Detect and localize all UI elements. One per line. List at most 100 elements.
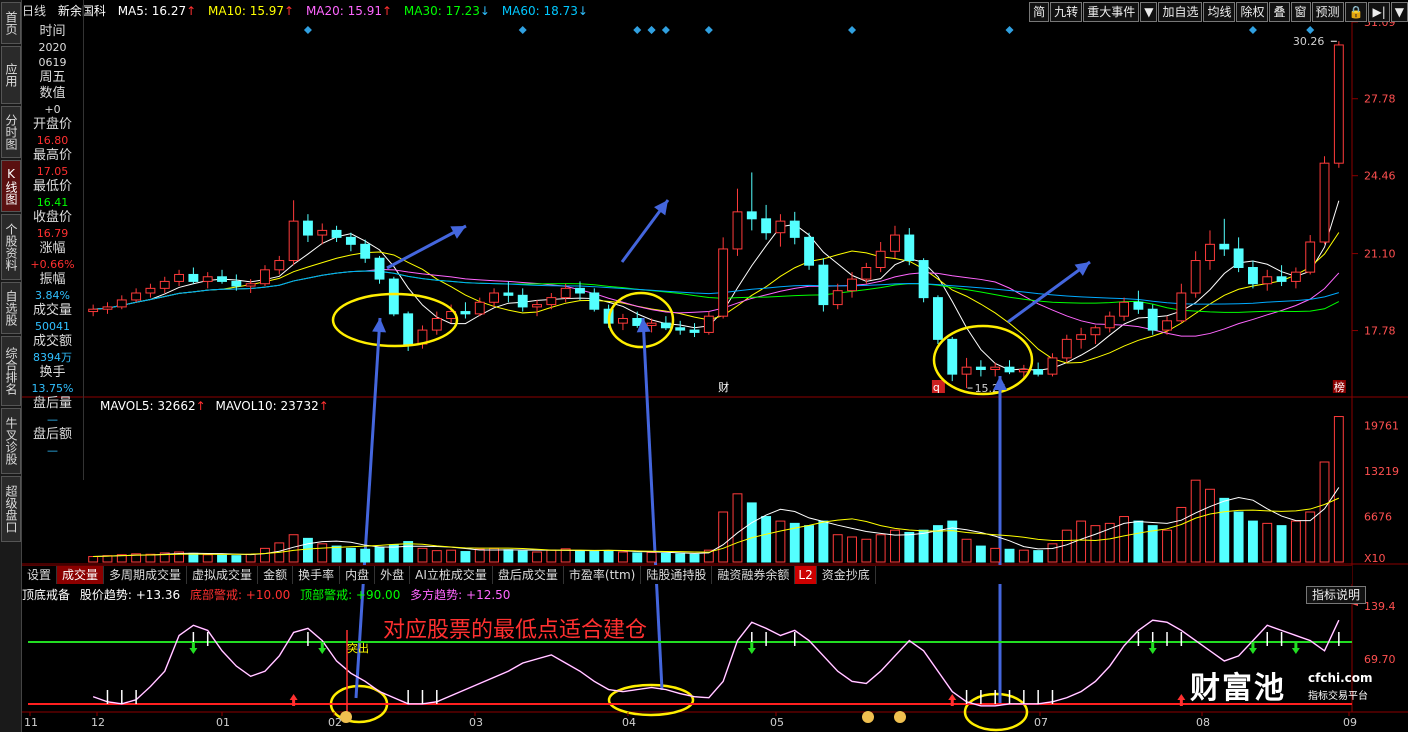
candle-body <box>1147 308 1158 331</box>
nav-item-0[interactable]: 首页 <box>1 2 21 44</box>
candle-body <box>975 366 986 370</box>
tab-8[interactable]: AI立桩成交量 <box>410 566 493 584</box>
x-axis-label: 12 <box>91 716 105 729</box>
candle-body <box>789 220 800 238</box>
toolbar-button-12[interactable]: ▼ <box>1390 2 1408 22</box>
x-axis-label: 11 <box>24 716 38 729</box>
sell-arrow <box>1291 642 1300 654</box>
toolbar-button-8[interactable]: 窗 <box>1290 2 1311 22</box>
toolbar-button-6[interactable]: 除权 <box>1236 2 1269 22</box>
volume-bar <box>1162 529 1172 563</box>
tab-4[interactable]: 金额 <box>258 566 294 584</box>
toolbar-button-7[interactable]: 叠 <box>1269 2 1290 22</box>
kline-chart[interactable]: 31.0927.7824.4621.1017.7830.2615.25财 q 榜19… <box>0 0 1408 732</box>
tab-11[interactable]: 陆股通持股 <box>641 566 713 584</box>
candle-body <box>231 280 242 287</box>
candle-body <box>88 308 99 313</box>
tab-13[interactable]: L2 <box>795 566 817 584</box>
tab-5[interactable]: 换手率 <box>293 566 341 584</box>
after-vol-label: 盘后量 <box>32 396 72 411</box>
candle-body <box>718 248 729 317</box>
tab-6[interactable]: 内盘 <box>340 566 376 584</box>
toolbar-button-11[interactable]: ▶| <box>1368 2 1390 22</box>
marker-bang: 榜 <box>1334 380 1345 394</box>
volume-bar <box>1176 506 1187 563</box>
toolbar-button-10[interactable]: 🔒 <box>1344 2 1368 22</box>
toolbar-button-4[interactable]: 加自选 <box>1158 2 1203 22</box>
candle-body <box>1190 260 1201 294</box>
candle-body <box>646 322 657 326</box>
volume-bar <box>245 553 256 563</box>
tab-3[interactable]: 虚拟成交量 <box>187 566 259 584</box>
value: +0 <box>44 103 61 116</box>
candle-body <box>1133 301 1144 310</box>
toolbar-button-5[interactable]: 均线 <box>1203 2 1236 22</box>
volume-bar <box>990 547 1001 563</box>
toolbar-button-9[interactable]: 预测 <box>1311 2 1344 22</box>
candle-body <box>689 329 700 333</box>
candle-body <box>288 220 299 262</box>
candle-body <box>904 234 915 262</box>
volume-axis-label: 19761 <box>1364 420 1399 433</box>
nav-item-4[interactable]: 个股资料 <box>1 214 21 280</box>
event-diamond <box>647 26 656 34</box>
volume-bar <box>1004 548 1015 563</box>
watermark-logo-text: 财富池 <box>1190 671 1286 706</box>
nav-item-8[interactable]: 超级盘口 <box>1 476 21 542</box>
candle-body <box>374 257 385 280</box>
tab-12[interactable]: 融资融券余额 <box>712 566 796 584</box>
tab-2[interactable]: 多周期成交量 <box>104 566 188 584</box>
toolbar-button-2[interactable]: 重大事件 <box>1083 2 1140 22</box>
nav-item-3[interactable]: K线图 <box>1 160 21 212</box>
tab-7[interactable]: 外盘 <box>375 566 411 584</box>
candle-body <box>1047 357 1058 375</box>
time-year: 2020 <box>38 41 67 54</box>
volume-bar <box>617 551 628 563</box>
volume-bar <box>775 520 786 563</box>
tab-14[interactable]: 资金抄底 <box>817 566 876 584</box>
nav-item-2[interactable]: 分时图 <box>1 106 21 158</box>
volume-bar <box>804 525 815 563</box>
candle-body <box>274 260 285 271</box>
candle-body <box>1004 366 1015 373</box>
nav-item-5[interactable]: 自选股 <box>1 282 21 334</box>
candle-body <box>317 229 328 236</box>
watermark-site: cfchi.com <box>1308 671 1373 685</box>
nav-item-7[interactable]: 牛叉诊股 <box>1 408 21 474</box>
nav-item-6[interactable]: 综合排名 <box>1 336 21 406</box>
volume-bar <box>1047 543 1058 563</box>
volume-bar <box>446 549 457 563</box>
volume-label: 成交量 <box>32 303 72 318</box>
candle-body <box>761 218 772 234</box>
candle-body <box>1076 334 1087 340</box>
value-label: 数值 <box>39 86 66 101</box>
indicator-axis-mid: 69.70 <box>1364 653 1396 666</box>
indicator-help-button[interactable]: 指标说明 <box>1306 586 1367 604</box>
ma5-line <box>93 200 1340 371</box>
volume-bar <box>1262 522 1273 563</box>
tab-10[interactable]: 市盈率(ttm) <box>564 566 642 584</box>
tab-1[interactable]: 成交量 <box>57 566 105 584</box>
volume-bar <box>818 520 829 563</box>
nav-item-1[interactable]: 应用 <box>1 46 21 104</box>
sell-arrow <box>1148 642 1157 654</box>
indicator-name[interactable]: 顶底戒备 <box>22 588 70 602</box>
tab-0[interactable]: 设置 <box>22 566 58 584</box>
x-axis-label: 03 <box>469 716 483 729</box>
trend-arrow-3-head <box>1074 262 1090 276</box>
mavol10-label: MAVOL10: 23732↑ <box>215 399 329 413</box>
toolbar-button-3[interactable]: ▼ <box>1140 2 1158 22</box>
tab-9[interactable]: 盘后成交量 <box>493 566 564 584</box>
time-date: 0619 <box>38 56 67 69</box>
volume-bar <box>904 531 915 563</box>
volume-bar <box>646 551 657 563</box>
candle-body <box>245 283 256 287</box>
candle-body <box>861 266 872 280</box>
volume-bar <box>546 549 557 563</box>
toolbar-button-0[interactable]: 简 <box>1029 2 1050 22</box>
event-diamond <box>633 26 642 34</box>
candle-body <box>1061 338 1072 359</box>
toolbar-button-1[interactable]: 九转 <box>1050 2 1083 22</box>
kline-window: { "header": { "period": "日线", "stock_nam… <box>0 0 1408 732</box>
candle-body <box>1305 241 1316 273</box>
